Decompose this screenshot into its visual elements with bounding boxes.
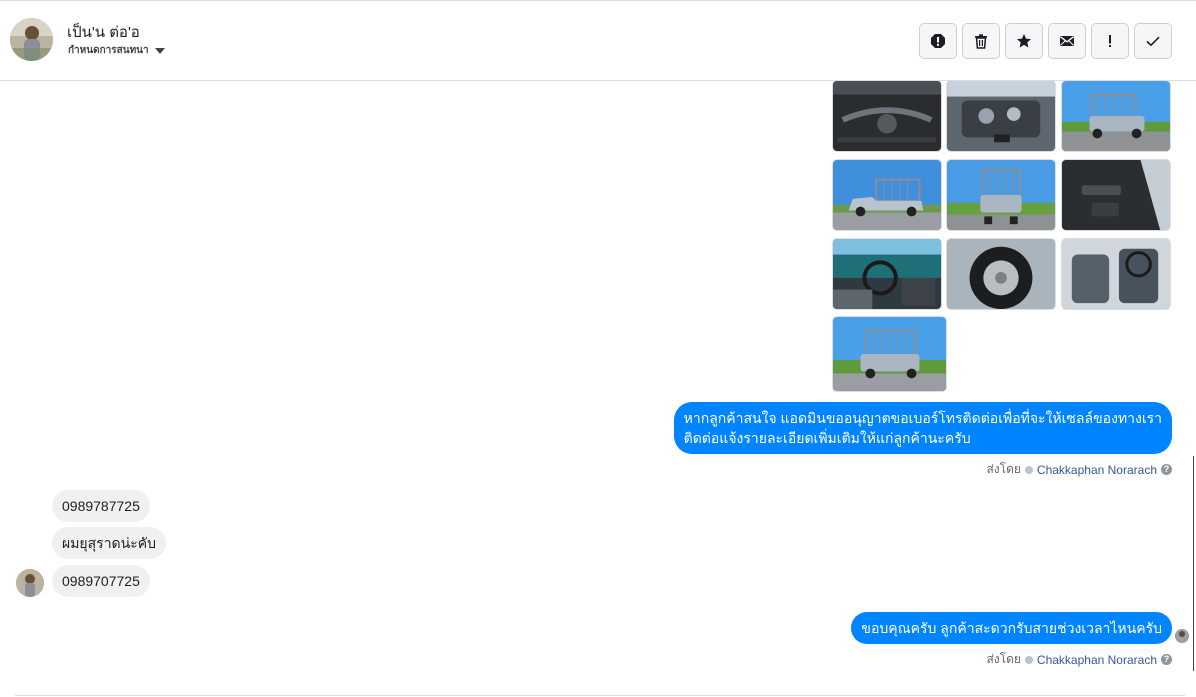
pickup-with-cage-rear-photo[interactable] [1061, 80, 1171, 152]
message-line: หากลูกค้าสนใจ แอดมินขออนุญาตขอเบอร์โทรติ… [683, 410, 1162, 426]
pickup-rear-quarter-photo[interactable] [832, 316, 947, 392]
door-interior-photo[interactable] [1061, 159, 1171, 231]
outgoing-message[interactable]: ขอบคุณครับ ลูกค้าสะดวกรับสายช่วงเวลาไหนค… [851, 612, 1172, 644]
message-line: ติดต่อแจ้งรายละเอียดเพิ่มเติมให้แก่ลูกค้… [683, 430, 971, 446]
verified-icon [1024, 465, 1033, 474]
seen-avatar [1175, 629, 1189, 643]
dashboard-photo[interactable] [832, 238, 942, 310]
wheel-photo[interactable] [946, 238, 1056, 310]
contact-small-avatar[interactable] [16, 569, 44, 597]
seats-interior-photo[interactable] [1061, 238, 1171, 310]
mark-unread-button[interactable] [1048, 23, 1086, 59]
mark-done-button[interactable] [1134, 23, 1172, 59]
sender-name[interactable]: Chakkaphan Norarach [1037, 653, 1157, 667]
exclamation-icon [1109, 35, 1111, 47]
verified-icon [1024, 655, 1033, 664]
engine-bay-photo[interactable] [946, 80, 1056, 152]
sender-name[interactable]: Chakkaphan Norarach [1037, 463, 1157, 477]
check-icon [1146, 36, 1160, 47]
assign-conversation-dropdown[interactable]: กำหนดการสนทนา [68, 43, 165, 58]
conversation-header: เป็น'น ต่อ'อ กำหนดการสนทนา [0, 1, 1196, 81]
contact-avatar[interactable] [10, 18, 53, 61]
truck-undercarriage-photo[interactable] [832, 80, 942, 152]
mark-spam-button[interactable] [919, 23, 957, 59]
delete-button[interactable] [962, 23, 1000, 59]
star-button[interactable] [1005, 23, 1043, 59]
sent-by-info: ส่งโดย Chakkaphan Norarach ? [986, 650, 1172, 669]
incoming-message[interactable]: 0989707725 [52, 565, 150, 597]
follow-up-button[interactable] [1091, 23, 1129, 59]
trash-icon [975, 34, 987, 49]
sent-by-info: ส่งโดย Chakkaphan Norarach ? [986, 460, 1172, 479]
spam-icon [931, 34, 945, 48]
composer-divider [15, 695, 1185, 696]
star-icon [1017, 34, 1031, 48]
contact-name[interactable]: เป็น'น ต่อ'อ [67, 20, 140, 44]
outgoing-message[interactable]: หากลูกค้าสนใจ แอดมินขออนุญาตขอเบอร์โทรติ… [673, 402, 1172, 454]
sent-by-prefix: ส่งโดย [986, 652, 1021, 666]
incoming-message[interactable]: 0989787725 [52, 490, 150, 522]
header-actions [919, 23, 1172, 59]
scrollbar[interactable] [1193, 456, 1194, 671]
pickup-rear-photo[interactable] [946, 159, 1056, 231]
assign-label: กำหนดการสนทนา [68, 45, 149, 56]
envelope-icon [1060, 36, 1074, 46]
incoming-message[interactable]: ผมยุสุราดน่ะคับ [52, 527, 166, 559]
help-icon[interactable]: ? [1161, 464, 1172, 475]
help-icon[interactable]: ? [1161, 654, 1172, 665]
sent-by-prefix: ส่งโดย [986, 462, 1021, 476]
caret-down-icon [154, 47, 165, 54]
chat-window: เป็น'น ต่อ'อ กำหนดการสนทนา หากลูกค้าสนใจ… [0, 0, 1196, 697]
pickup-side-photo[interactable] [832, 159, 942, 231]
